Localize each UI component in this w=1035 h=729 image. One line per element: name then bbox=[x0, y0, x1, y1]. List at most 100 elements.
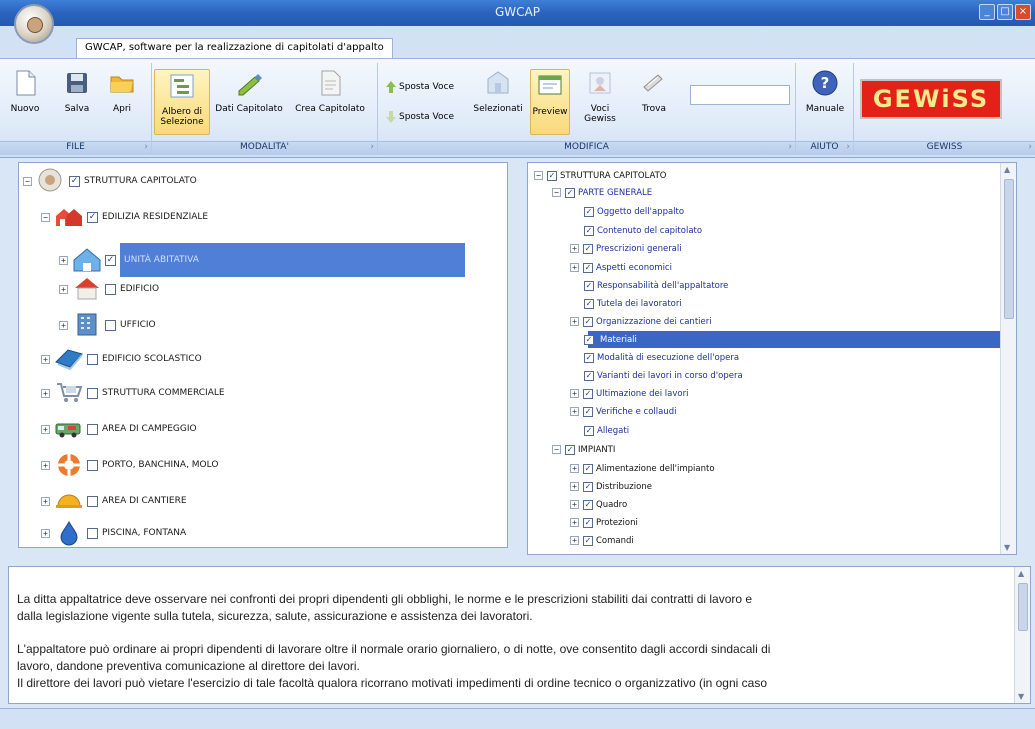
checkbox-checked[interactable]: ✓ bbox=[565, 187, 575, 198]
checkbox-checked[interactable]: ✓ bbox=[583, 481, 593, 492]
tree-node-item[interactable]: + ✓ Alimentazione dell'impianto bbox=[570, 460, 715, 477]
checkbox-checked[interactable]: ✓ bbox=[565, 444, 575, 455]
scrollbar-thumb[interactable] bbox=[1004, 179, 1014, 319]
checkbox-checked[interactable]: ✓ bbox=[584, 352, 594, 363]
checkbox-checked[interactable]: ✓ bbox=[584, 298, 594, 309]
right-panel-scrollbar[interactable]: ▲ ▼ bbox=[1000, 163, 1016, 554]
checkbox-checked[interactable]: ✓ bbox=[584, 206, 594, 217]
checkbox-checked[interactable]: ✓ bbox=[584, 334, 594, 345]
checkbox-checked[interactable]: ✓ bbox=[583, 406, 593, 417]
checkbox-unchecked[interactable] bbox=[87, 353, 98, 365]
expand-icon[interactable]: + bbox=[570, 389, 579, 398]
expand-icon[interactable]: + bbox=[59, 255, 68, 265]
checkbox-checked[interactable]: ✓ bbox=[105, 254, 116, 266]
tree-node-item[interactable]: + ✓ Protezioni bbox=[570, 514, 638, 531]
checkbox-unchecked[interactable] bbox=[87, 387, 98, 399]
tree-node-item[interactable]: + ✓ Prescrizioni generali bbox=[570, 240, 682, 257]
checkbox-checked[interactable]: ✓ bbox=[584, 280, 594, 291]
close-button[interactable]: × bbox=[1015, 4, 1031, 20]
manuale-button[interactable]: ? Manuale bbox=[802, 69, 848, 114]
tree-node-item[interactable]: ✓ Varianti dei lavori in corso d'opera bbox=[584, 367, 743, 384]
expand-icon[interactable]: + bbox=[570, 536, 579, 545]
checkbox-checked[interactable]: ✓ bbox=[583, 535, 593, 546]
collapse-icon[interactable]: − bbox=[534, 171, 543, 180]
checkbox-unchecked[interactable] bbox=[87, 495, 98, 507]
tree-node-root[interactable]: − ✓ STRUTTURA CAPITOLATO bbox=[23, 168, 197, 193]
checkbox-unchecked[interactable] bbox=[105, 283, 116, 295]
crea-capitolato-button[interactable]: Crea Capitolato bbox=[290, 69, 370, 114]
tree-node-parte-generale[interactable]: − ✓ PARTE GENERALE bbox=[552, 184, 652, 201]
tree-node-edilizia[interactable]: − ✓ EDILIZIA RESIDENZIALE bbox=[41, 205, 208, 229]
tree-node-item[interactable]: ✓ Responsabilità dell'appaltatore bbox=[584, 277, 728, 294]
checkbox-unchecked[interactable] bbox=[87, 459, 98, 471]
expand-icon[interactable]: + bbox=[570, 518, 579, 527]
checkbox-checked[interactable]: ✓ bbox=[87, 211, 98, 223]
trova-button[interactable]: Trova bbox=[634, 69, 674, 114]
tree-node-porto[interactable]: + PORTO, BANCHINA, MOLO bbox=[41, 453, 218, 477]
checkbox-checked[interactable]: ✓ bbox=[547, 170, 557, 181]
scrollbar-thumb[interactable] bbox=[1018, 583, 1028, 631]
checkbox-checked[interactable]: ✓ bbox=[583, 388, 593, 399]
tree-node-commerciale[interactable]: + STRUTTURA COMMERCIALE bbox=[41, 381, 225, 405]
collapse-icon[interactable]: − bbox=[552, 188, 561, 197]
tree-node-item[interactable]: + ✓ Distribuzione bbox=[570, 478, 652, 495]
tree-node-unita-abitativa[interactable]: + ✓ UNITÀ ABITATIVA bbox=[59, 243, 465, 277]
checkbox-checked[interactable]: ✓ bbox=[583, 243, 593, 254]
salva-button[interactable]: Salva bbox=[60, 69, 94, 114]
checkbox-checked[interactable]: ✓ bbox=[583, 499, 593, 510]
trova-input[interactable] bbox=[690, 85, 790, 105]
sposta-voce-up-button[interactable]: Sposta Voce bbox=[386, 81, 454, 93]
tree-node-cantiere[interactable]: + AREA DI CANTIERE bbox=[41, 489, 187, 513]
checkbox-checked[interactable]: ✓ bbox=[69, 175, 80, 187]
expand-icon[interactable]: + bbox=[41, 424, 50, 434]
tree-node-item[interactable]: + ✓ Comandi bbox=[570, 532, 634, 549]
apri-button[interactable]: Apri bbox=[105, 69, 139, 114]
tree-node-piscina[interactable]: + PISCINA, FONTANA bbox=[41, 520, 186, 546]
checkbox-checked[interactable]: ✓ bbox=[583, 316, 593, 327]
tab-main[interactable]: GWCAP, software per la realizzazione di … bbox=[76, 38, 393, 58]
selezionati-button[interactable]: Selezionati bbox=[470, 69, 526, 114]
maximize-button[interactable]: □ bbox=[997, 4, 1013, 20]
nuovo-button[interactable]: Nuovo bbox=[8, 69, 42, 114]
tree-node-scolastico[interactable]: + EDIFICIO SCOLASTICO bbox=[41, 347, 202, 371]
checkbox-unchecked[interactable] bbox=[87, 527, 98, 539]
checkbox-checked[interactable]: ✓ bbox=[583, 517, 593, 528]
expand-icon[interactable]: + bbox=[59, 284, 68, 294]
tree-node-impianti[interactable]: − ✓ IMPIANTI bbox=[552, 441, 615, 458]
checkbox-unchecked[interactable] bbox=[87, 423, 98, 435]
tree-node-ufficio[interactable]: + UFFICIO bbox=[59, 313, 156, 337]
scroll-up-icon[interactable]: ▲ bbox=[1018, 569, 1024, 578]
tree-node-item[interactable]: ✓ Modalità di esecuzione dell'opera bbox=[584, 349, 739, 366]
tree-node-item[interactable]: ✓ Contenuto del capitolato bbox=[584, 222, 702, 239]
expand-icon[interactable]: + bbox=[570, 482, 579, 491]
albero-di-selezione-button[interactable]: Albero di Selezione bbox=[154, 69, 210, 135]
tree-node-item-selected[interactable]: ✓ Materiali bbox=[584, 331, 640, 348]
tree-node-item[interactable]: ✓ Allegati bbox=[584, 422, 629, 439]
tree-node-item[interactable]: ✓ Oggetto dell'appalto bbox=[584, 203, 684, 220]
checkbox-checked[interactable]: ✓ bbox=[584, 425, 594, 436]
scroll-up-icon[interactable]: ▲ bbox=[1004, 165, 1010, 174]
description-scrollbar[interactable]: ▲ ▼ bbox=[1014, 567, 1030, 703]
tree-node-item[interactable]: + ✓ Ultimazione dei lavori bbox=[570, 385, 688, 402]
expand-icon[interactable]: + bbox=[570, 500, 579, 509]
application-menu-button[interactable] bbox=[14, 4, 54, 44]
checkbox-unchecked[interactable] bbox=[105, 319, 116, 331]
preview-button[interactable]: Preview bbox=[530, 69, 570, 135]
tree-node-edificio[interactable]: + EDIFICIO bbox=[59, 277, 159, 301]
expand-icon[interactable]: + bbox=[41, 528, 50, 538]
tree-node-root[interactable]: − ✓ STRUTTURA CAPITOLATO bbox=[534, 167, 666, 184]
expand-icon[interactable]: + bbox=[41, 496, 50, 506]
tree-node-item[interactable]: + ✓ Organizzazione dei cantieri bbox=[570, 313, 712, 330]
expand-icon[interactable]: + bbox=[570, 464, 579, 473]
expand-icon[interactable]: + bbox=[41, 460, 50, 470]
checkbox-checked[interactable]: ✓ bbox=[584, 225, 594, 236]
minimize-button[interactable]: _ bbox=[979, 4, 995, 20]
expand-icon[interactable]: + bbox=[570, 263, 579, 272]
expand-icon[interactable]: + bbox=[570, 407, 579, 416]
expand-icon[interactable]: + bbox=[41, 388, 50, 398]
scroll-down-icon[interactable]: ▼ bbox=[1018, 692, 1024, 701]
tree-node-item[interactable]: + ✓ Quadro bbox=[570, 496, 627, 513]
dati-capitolato-button[interactable]: Dati Capitolato bbox=[214, 69, 284, 114]
expand-icon[interactable]: + bbox=[570, 244, 579, 253]
tree-node-item[interactable]: + ✓ Verifiche e collaudi bbox=[570, 403, 676, 420]
